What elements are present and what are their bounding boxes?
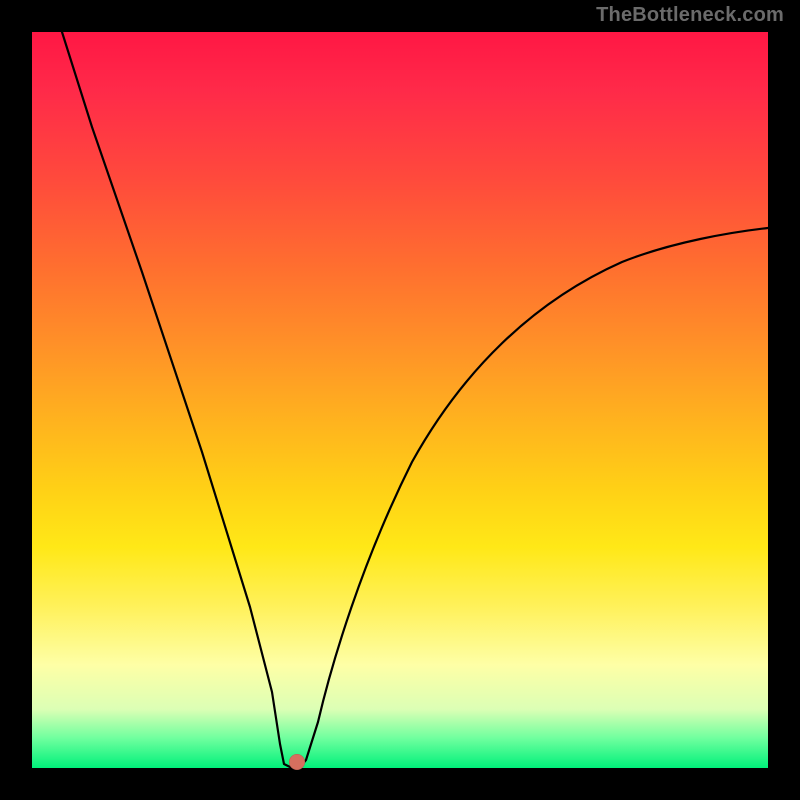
optimum-marker bbox=[289, 754, 305, 770]
bottleneck-curve bbox=[32, 32, 768, 768]
chart-frame: TheBottleneck.com bbox=[0, 0, 800, 800]
attribution-label: TheBottleneck.com bbox=[596, 4, 784, 27]
plot-area bbox=[32, 32, 768, 768]
